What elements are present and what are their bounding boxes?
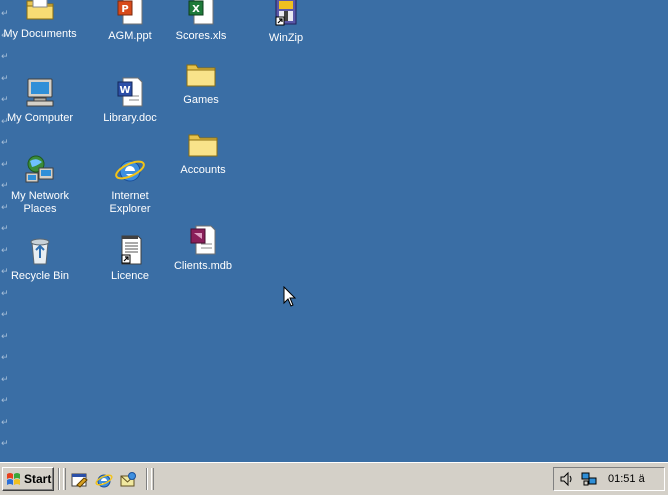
desktop-icon-accounts[interactable]: Accounts bbox=[163, 128, 243, 177]
edge-mark: ↵ bbox=[1, 439, 9, 449]
svg-text:W: W bbox=[119, 85, 130, 96]
winzip-icon bbox=[270, 0, 302, 28]
edge-mark: ↵ bbox=[1, 224, 9, 234]
system-tray: 01:51 ä bbox=[553, 467, 665, 491]
quick-launch-outlook-express[interactable] bbox=[118, 470, 138, 490]
edge-mark: ↵ bbox=[1, 353, 9, 363]
mouse-cursor-icon bbox=[283, 286, 297, 307]
taskbar: Start 01:51 ä bbox=[0, 462, 668, 495]
desktop-icon-clients-mdb[interactable]: Clients.mdb bbox=[163, 224, 243, 273]
desktop-icon-scores-xls[interactable]: X Scores.xls bbox=[161, 0, 241, 43]
network-places-icon bbox=[24, 154, 56, 186]
task-area-grip[interactable] bbox=[151, 468, 154, 490]
network-icon bbox=[581, 472, 597, 486]
desktop-icon-licence[interactable]: Licence bbox=[90, 234, 170, 283]
edge-mark: ↵ bbox=[1, 331, 9, 342]
taskbar-separator bbox=[146, 468, 148, 490]
excel-file-icon: X bbox=[185, 0, 217, 26]
volume-icon bbox=[560, 471, 572, 487]
recycle-bin-icon bbox=[24, 234, 56, 266]
desktop-icon-label: Clients.mdb bbox=[173, 260, 233, 272]
edge-mark: ↵ bbox=[1, 310, 9, 320]
tray-volume[interactable] bbox=[558, 470, 576, 488]
access-file-icon bbox=[187, 224, 219, 256]
folder-icon bbox=[187, 128, 219, 160]
start-button[interactable]: Start bbox=[2, 467, 54, 491]
powerpoint-file-icon: P bbox=[114, 0, 146, 26]
edge-mark: ↵ bbox=[1, 288, 9, 299]
quick-launch-internet-explorer[interactable] bbox=[94, 470, 114, 490]
desktop-icon-label: Library.doc bbox=[103, 112, 157, 124]
show-desktop-icon bbox=[71, 473, 88, 488]
svg-text:X: X bbox=[192, 4, 200, 15]
word-file-icon: W bbox=[114, 76, 146, 108]
desktop-icon-label: Accounts bbox=[180, 164, 226, 176]
desktop-edge-marks: ↵ ↵ ↵ ↵ ↵ ↵ ↵ ↵ ↵ ↵ ↵ ↵ ↵ ↵ ↵ ↵ ↵ ↵ ↵ ↵ ↵ bbox=[0, 0, 10, 462]
desktop-icon-recycle-bin[interactable]: Recycle Bin bbox=[0, 234, 80, 283]
edge-mark: ↵ bbox=[1, 417, 9, 428]
desktop-icon-library-doc[interactable]: W Library.doc bbox=[90, 76, 170, 125]
desktop-icon-label: WinZip bbox=[268, 32, 304, 44]
desktop-icon-label: Licence bbox=[111, 270, 149, 282]
internet-explorer-icon bbox=[114, 154, 146, 186]
desktop-icon-my-computer[interactable]: My Computer bbox=[0, 76, 80, 125]
desktop-icon-games[interactable]: Games bbox=[161, 58, 241, 107]
desktop-icon-my-network-places[interactable]: My Network Places bbox=[0, 154, 80, 216]
internet-explorer-icon bbox=[95, 474, 113, 488]
desktop-icon-my-documents[interactable]: My Documents bbox=[0, 0, 80, 41]
desktop-icon-label: Internet Explorer bbox=[109, 190, 151, 215]
desktop-icon-label: My Computer bbox=[6, 112, 74, 124]
desktop-icon-label: Games bbox=[183, 94, 219, 106]
quick-launch-grip[interactable] bbox=[63, 468, 66, 490]
folder-icon bbox=[185, 58, 217, 90]
edge-mark: ↵ bbox=[1, 374, 9, 385]
edge-mark: ↵ bbox=[1, 396, 9, 406]
desktop-icon-winzip[interactable]: WinZip bbox=[246, 0, 326, 45]
windows-logo-icon bbox=[7, 473, 20, 485]
start-label: Start bbox=[24, 472, 52, 486]
desktop-icon-label: Recycle Bin bbox=[10, 270, 70, 282]
tray-network[interactable] bbox=[580, 470, 598, 488]
my-computer-icon bbox=[24, 76, 56, 108]
desktop[interactable]: ↵ ↵ ↵ ↵ ↵ ↵ ↵ ↵ ↵ ↵ ↵ ↵ ↵ ↵ ↵ ↵ ↵ ↵ ↵ ↵ ↵ My Documents My Co… bbox=[0, 0, 668, 462]
desktop-icon-label: AGM.ppt bbox=[108, 30, 152, 42]
edge-mark: ↵ bbox=[1, 138, 9, 148]
outlook-express-icon bbox=[120, 472, 136, 487]
desktop-icon-agm-ppt[interactable]: P AGM.ppt bbox=[90, 0, 170, 43]
quick-launch-show-desktop[interactable] bbox=[70, 470, 90, 490]
edge-mark: ↵ bbox=[1, 52, 9, 62]
taskbar-separator bbox=[58, 468, 60, 490]
desktop-icon-label: Scores.xls bbox=[175, 30, 227, 42]
tray-clock[interactable]: 01:51 ä bbox=[608, 473, 645, 485]
desktop-icon-internet-explorer[interactable]: Internet Explorer bbox=[90, 154, 170, 216]
svg-text:P: P bbox=[121, 4, 128, 15]
desktop-icon-label: My Network Places bbox=[10, 190, 70, 215]
my-documents-folder-icon bbox=[24, 0, 56, 24]
desktop-icon-label: My Documents bbox=[3, 28, 77, 40]
text-file-shortcut-icon bbox=[114, 234, 146, 266]
